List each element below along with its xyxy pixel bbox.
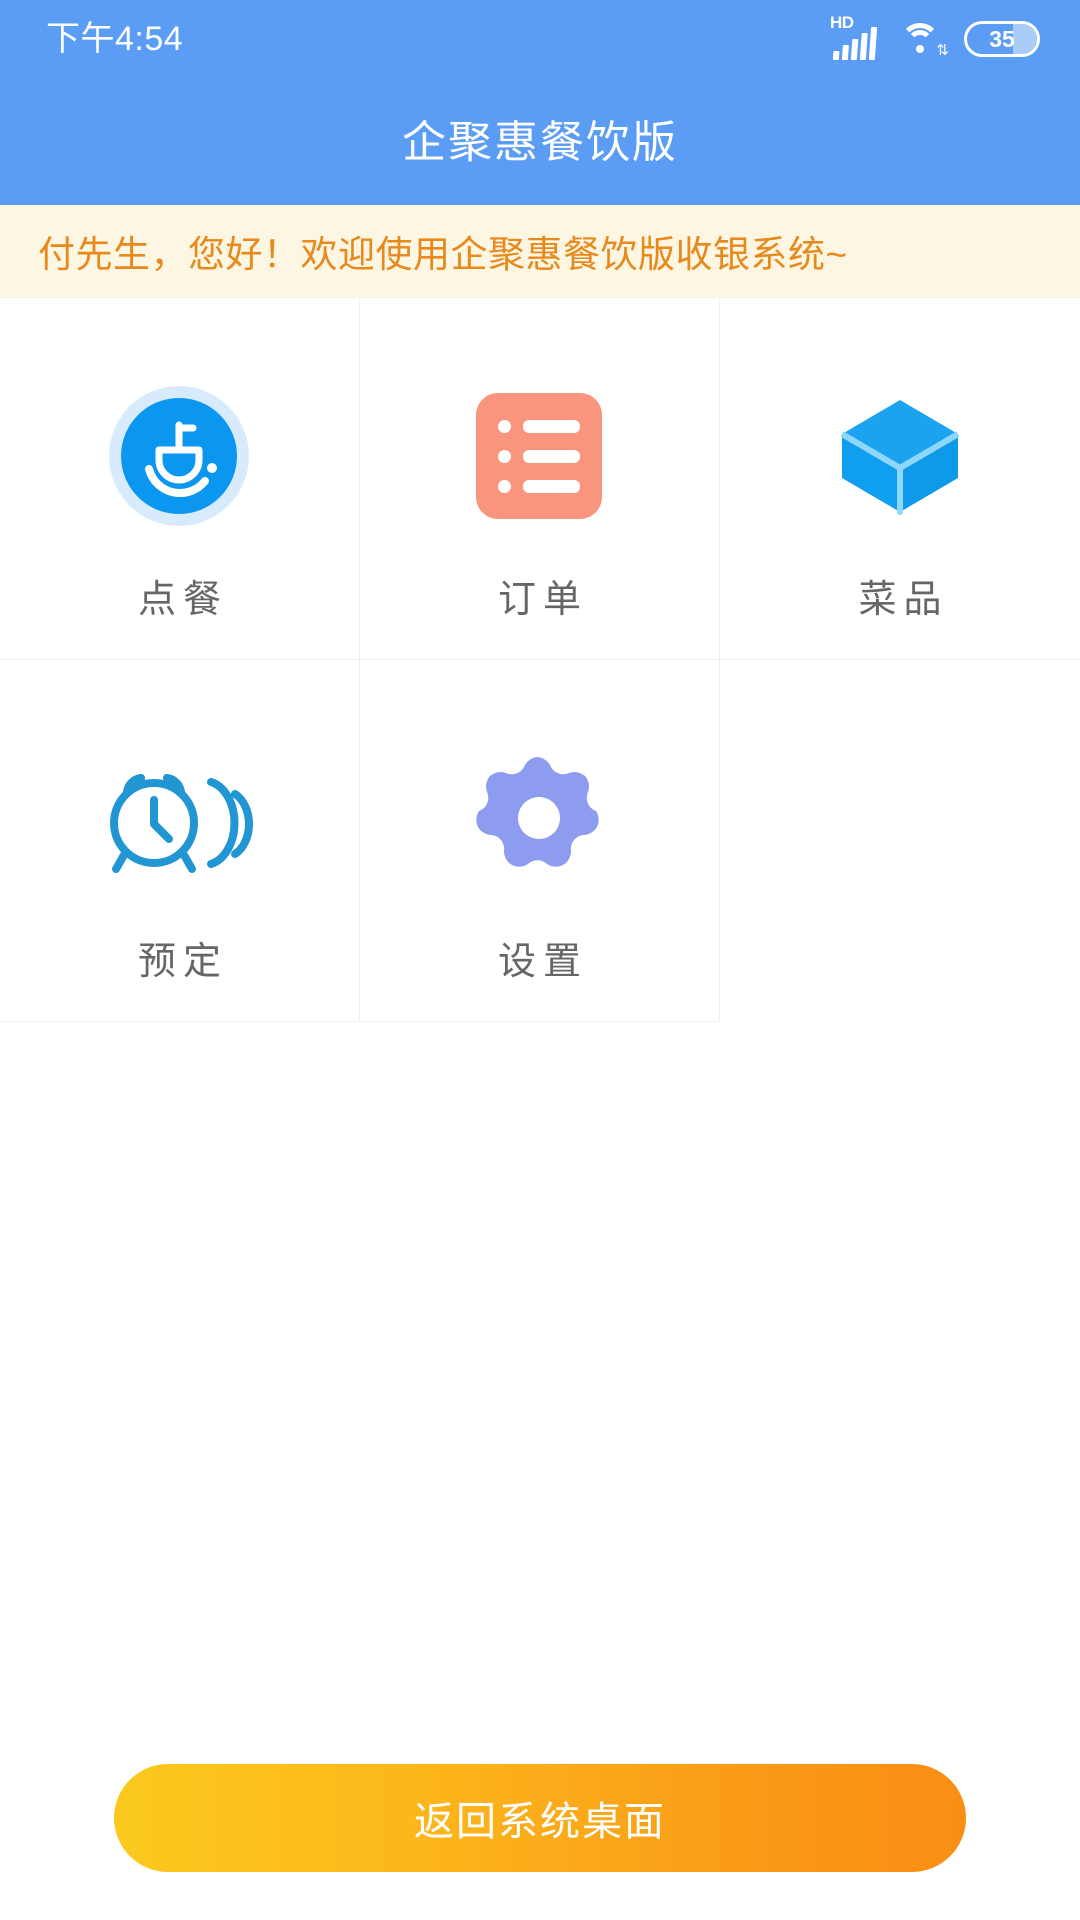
- grid-item-dishes[interactable]: 菜品: [719, 298, 1080, 660]
- alarm-phone-glyph: [110, 773, 254, 873]
- dish-cube-glyph: [840, 400, 960, 515]
- bottom-action-bar: 返回系统桌面: [0, 1764, 1080, 1872]
- signal-bars-glyph: [832, 27, 878, 60]
- menu-grid: 点餐 订单 菜品 预定 设置: [0, 298, 1080, 1022]
- status-bar-indicators: HD ⇅ 35: [830, 14, 1040, 60]
- page-title: 企聚惠餐饮版: [402, 118, 678, 167]
- reservation-alarm-phone-icon: [99, 718, 259, 918]
- status-bar: 下午4:54 HD ⇅ 35: [0, 0, 1080, 78]
- grid-item-order-food[interactable]: 点餐: [0, 298, 360, 660]
- grid-item-orders[interactable]: 订单: [359, 298, 720, 660]
- order-list-icon: [476, 356, 603, 556]
- battery-icon: 35: [964, 21, 1040, 57]
- dish-cube-icon: [830, 356, 970, 556]
- wifi-icon: ⇅: [898, 21, 949, 58]
- grid-item-label: 设置: [497, 941, 588, 983]
- grid-item-label: 点餐: [137, 579, 228, 621]
- signal-bars-icon: HD: [830, 14, 878, 60]
- status-bar-time: 下午4:54: [46, 20, 184, 58]
- grid-item-label: 订单: [497, 579, 588, 621]
- grid-item-label: 菜品: [858, 579, 949, 621]
- meal-bowl-icon: [109, 356, 250, 556]
- settings-gear-icon: [474, 718, 604, 918]
- grid-item-reservation[interactable]: 预定: [0, 660, 360, 1022]
- return-to-home-button[interactable]: 返回系统桌面: [114, 1764, 966, 1872]
- grid-item-empty: [719, 660, 1080, 1022]
- app-header: 下午4:54 HD ⇅ 35 企聚惠餐饮版: [0, 0, 1080, 205]
- gear-glyph: [476, 756, 600, 867]
- battery-level-label: 35: [989, 25, 1015, 52]
- wifi-transfer-arrows-icon: ⇅: [936, 42, 949, 59]
- welcome-banner: 付先生，您好！欢迎使用企聚惠餐饮版收银系统~: [0, 205, 1080, 298]
- welcome-message: 付先生，您好！欢迎使用企聚惠餐饮版收银系统~: [38, 234, 848, 275]
- grid-item-settings[interactable]: 设置: [359, 660, 720, 1022]
- meal-bowl-glyph: [145, 421, 218, 497]
- grid-item-label: 预定: [137, 941, 228, 983]
